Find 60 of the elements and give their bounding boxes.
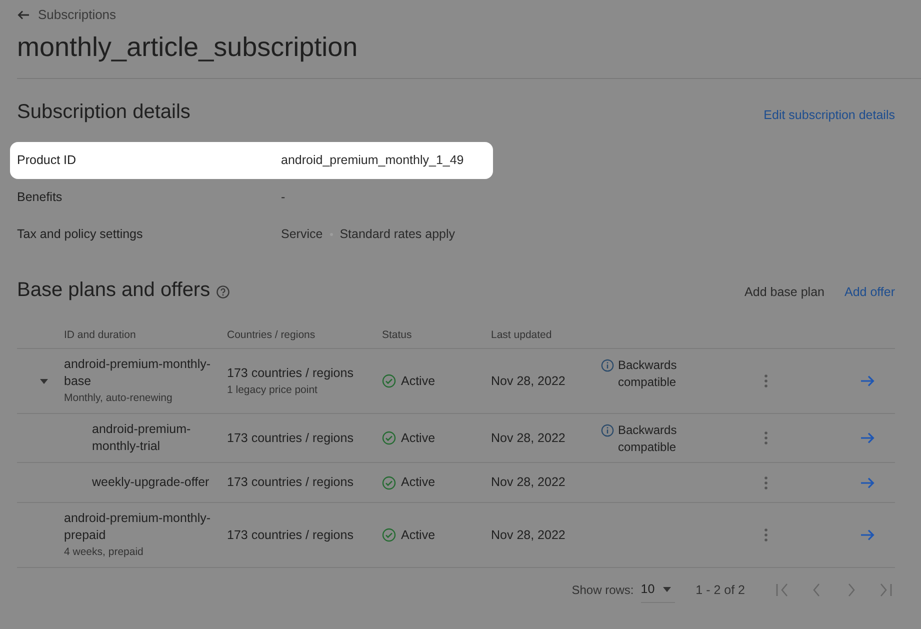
collapse-caret-icon[interactable] — [40, 378, 48, 384]
column-header: ID and duration — [64, 328, 137, 343]
add-offer-link[interactable]: Add offer — [844, 282, 895, 302]
arrow-right-icon[interactable] — [861, 375, 875, 387]
check-circle-icon — [382, 374, 396, 388]
more-menu-icon[interactable] — [764, 374, 768, 388]
status-text: Active — [401, 474, 436, 492]
plan-duration: 4 weeks, prepaid — [64, 545, 144, 560]
section-heading: Base plans and offers — [17, 278, 210, 303]
rows-label: Show rows: — [572, 582, 634, 599]
status-text: Active — [401, 430, 436, 447]
more-menu-icon[interactable] — [764, 476, 768, 490]
edit-link[interactable]: Edit subscription details — [764, 106, 895, 127]
more-menu-icon[interactable] — [764, 431, 768, 445]
section-heading: Subscription details — [17, 100, 190, 125]
back-arrow-icon[interactable] — [17, 10, 30, 20]
plan-id: android-premium-monthly-base — [64, 356, 212, 390]
arrow-right-icon[interactable] — [861, 529, 875, 541]
note-text: Backwards compatible — [618, 422, 678, 456]
column-header: Countries / regions — [227, 328, 316, 343]
arrow-right-icon[interactable] — [861, 432, 875, 444]
regions-text: 173 countries / regions — [227, 474, 354, 491]
plan-duration: Monthly, auto-renewing — [64, 391, 174, 406]
field-value: Standard rates apply — [340, 226, 456, 244]
info-icon — [601, 359, 614, 372]
regions-text: 173 countries / regions — [227, 526, 354, 544]
regions-text: 173 countries / regions — [227, 364, 354, 382]
field-label: Tax and policy settings — [17, 226, 144, 244]
regions-note: 1 legacy price point — [227, 382, 318, 398]
status-text: Active — [401, 526, 436, 544]
regions-text: 173 countries / regions — [227, 430, 354, 446]
plan-id: weekly-upgrade-offer — [92, 474, 210, 491]
plan-id: android-premium-monthly-trial — [92, 421, 192, 455]
date-text: Nov 28, 2022 — [491, 474, 566, 492]
help-icon[interactable] — [216, 284, 230, 298]
arrow-right-icon[interactable] — [861, 476, 875, 488]
info-icon — [601, 424, 614, 437]
column-header: Last updated — [491, 328, 553, 343]
field-value: android_premium_monthly_1_49 — [281, 152, 464, 170]
rows-select[interactable]: 10 — [640, 577, 675, 603]
breadcrumb-link[interactable]: Subscriptions — [38, 5, 116, 25]
page-range: 1 - 2 of 2 — [696, 582, 745, 599]
field-label: Benefits — [17, 189, 64, 206]
add-base-plan-link[interactable]: Add base plan — [744, 282, 824, 302]
dropdown-caret-icon — [662, 587, 671, 592]
field-value: Service — [281, 226, 323, 244]
field-label: Product ID — [17, 152, 78, 170]
check-circle-icon — [382, 476, 396, 490]
field-value: - — [281, 189, 286, 206]
date-text: Nov 28, 2022 — [491, 372, 566, 390]
column-header: Status — [382, 328, 413, 343]
check-circle-icon — [382, 528, 396, 542]
check-circle-icon — [382, 431, 396, 445]
page-title: monthly_article_subscription — [16, 31, 359, 64]
more-menu-icon[interactable] — [764, 528, 768, 542]
note-text: Backwards compatible — [618, 357, 678, 391]
status-text: Active — [401, 372, 436, 390]
date-text: Nov 28, 2022 — [491, 430, 566, 447]
date-text: Nov 28, 2022 — [491, 526, 566, 544]
plan-id: android-premium-monthly-prepaid — [64, 510, 212, 544]
